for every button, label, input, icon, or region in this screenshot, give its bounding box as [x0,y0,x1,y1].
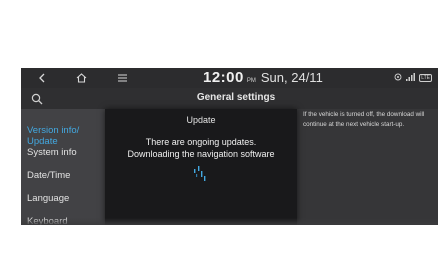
infotainment-screen: 12:00 PM Sun, 24/11 LTE General settings… [21,68,438,225]
sidebar-item-language[interactable]: Language [27,193,69,204]
popup-message-line1: There are ongoing updates. [145,137,257,147]
signal-icon [406,73,416,83]
sidebar-item-label: Date/Time [27,170,71,181]
sidebar-item-system-info[interactable]: System info [27,147,77,158]
sidebar-item-version-info[interactable]: Version info/ Update [27,114,79,147]
sidebar-item-date-time[interactable]: Date/Time [27,170,70,181]
sidebar-item-label: System info [27,147,77,158]
clock: 12:00 PM Sun, 24/11 [203,69,323,87]
sidebar-item-label: Language [27,193,70,204]
sidebar-item-keyboard[interactable]: Keyboard [27,216,68,225]
sidebar: Version info/ Update System info Date/Ti… [21,109,105,225]
popup-message-line2: Downloading the navigation software [127,149,275,159]
home-icon[interactable] [71,68,91,88]
status-icons: LTE [394,68,432,88]
page-title: General settings [196,92,276,103]
sidebar-item-label: Version info/ Update [27,125,80,147]
loading-spinner-icon [191,165,211,183]
lte-badge: LTE [419,74,432,82]
update-popup: Update There are ongoing updates. Downlo… [105,109,297,225]
clock-ampm: PM [246,78,256,84]
status-bar: 12:00 PM Sun, 24/11 LTE [21,68,438,88]
download-info-text: If the vehicle is turned off, the downlo… [303,111,425,128]
sidebar-item-label: Keyboard [27,216,68,225]
clock-date: Sun, 24/11 [260,70,323,85]
header: General settings [21,88,438,109]
gps-icon [394,73,402,83]
popup-title: Update [186,115,216,125]
menu-icon[interactable] [113,68,131,88]
clock-time: 12:00 [203,69,244,86]
back-chevron-icon[interactable] [33,68,51,88]
search-icon[interactable] [31,92,45,106]
